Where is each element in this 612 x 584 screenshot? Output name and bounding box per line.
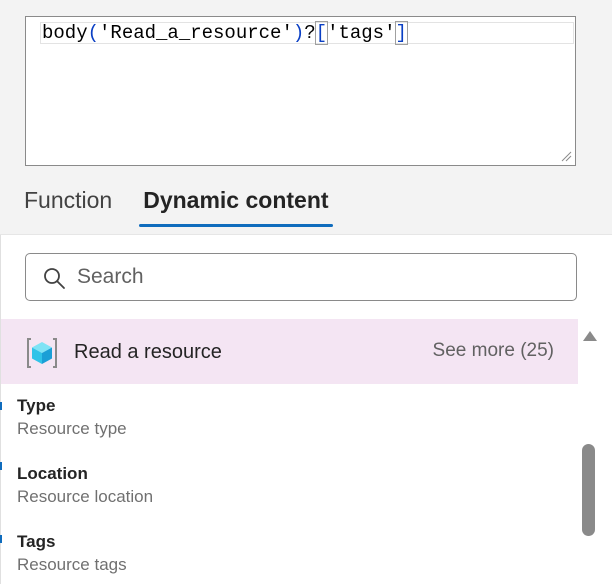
item-description: Resource tags — [17, 555, 127, 574]
code-open-bracket: [ — [314, 21, 329, 45]
tab-list: Function Dynamic content — [24, 185, 333, 229]
item-title: Location — [17, 464, 88, 483]
tab-function[interactable]: Function — [24, 185, 112, 225]
scrollbar-thumb[interactable] — [582, 444, 595, 536]
section-title: Read a resource — [74, 341, 222, 363]
code-action-name: 'Read_a_resource' — [99, 22, 293, 44]
list-item-location[interactable]: Location Resource location — [17, 463, 153, 509]
search-input[interactable] — [77, 262, 557, 292]
list-item-type[interactable]: Type Resource type — [17, 395, 127, 441]
search-box[interactable] — [25, 253, 577, 301]
expression-editor[interactable]: body('Read_a_resource')?['tags'] — [25, 16, 576, 166]
see-more-link[interactable]: See more (25) — [433, 340, 554, 362]
left-marker — [0, 535, 2, 543]
code-close-bracket: ] — [394, 21, 408, 45]
code-property: 'tags' — [327, 22, 396, 44]
item-description: Resource location — [17, 487, 154, 506]
tabs-divider — [0, 234, 612, 235]
resize-grip-icon[interactable] — [560, 150, 572, 162]
scroll-up-arrow-icon[interactable] — [582, 328, 598, 344]
tab-dynamic-content[interactable]: Dynamic content — [139, 185, 333, 227]
code-fn: body — [42, 22, 88, 44]
azure-resource-icon — [27, 338, 57, 368]
item-title: Tags — [17, 532, 56, 551]
code-open-paren: ( — [87, 22, 100, 44]
left-marker — [0, 402, 2, 410]
code-optional: ? — [304, 22, 316, 44]
item-description: Resource type — [17, 419, 127, 438]
list-item-tags[interactable]: Tags Resource tags — [17, 531, 127, 577]
code-close-paren: ) — [292, 22, 305, 44]
section-read-a-resource[interactable]: Read a resource See more (25) — [1, 319, 578, 384]
item-title: Type — [17, 396, 56, 415]
expression-code-line[interactable]: body('Read_a_resource')?['tags'] — [40, 21, 574, 45]
search-icon — [44, 268, 65, 289]
left-marker — [0, 462, 2, 470]
